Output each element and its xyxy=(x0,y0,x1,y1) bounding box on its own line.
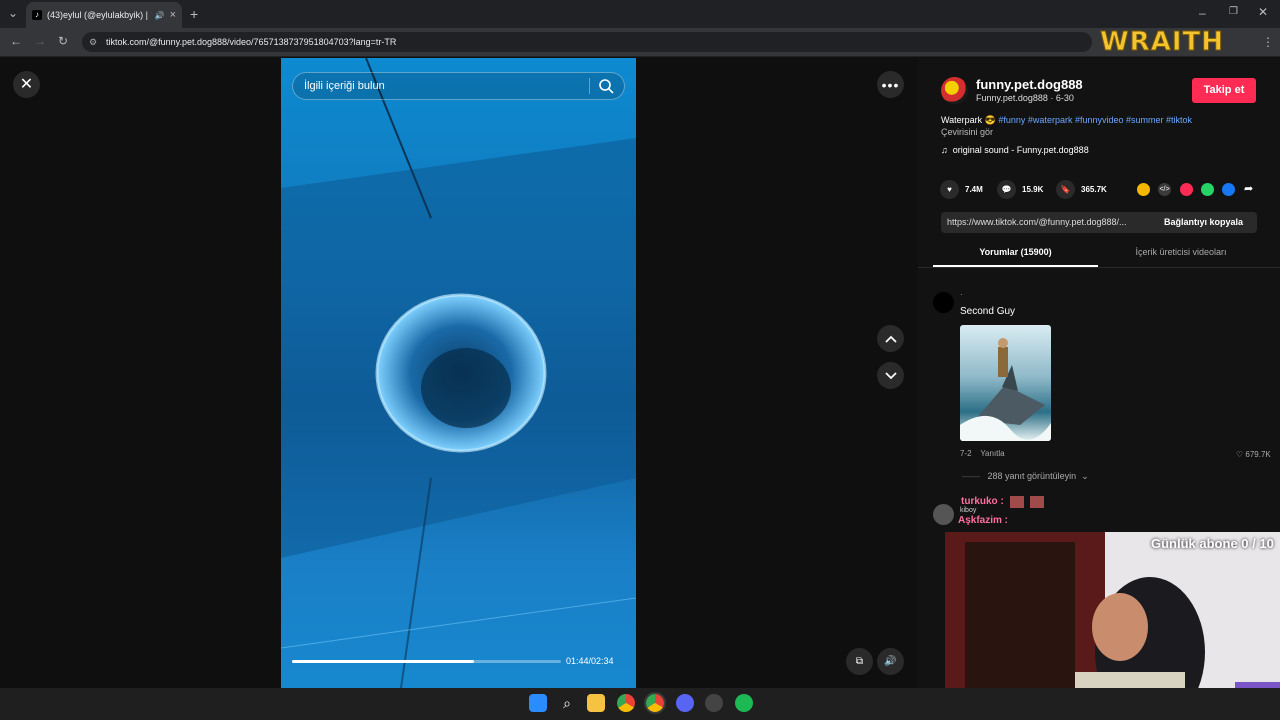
taskbar xyxy=(0,688,1280,720)
chrome-icon[interactable] xyxy=(617,694,635,712)
sound-link[interactable]: ♫ original sound - Funny.pet.dog888 xyxy=(941,145,1089,155)
shark-image xyxy=(960,338,1051,441)
comment-icon: 💬 xyxy=(997,180,1016,199)
floating-player-button[interactable]: ⧉ xyxy=(846,648,873,675)
reply-button[interactable]: Yanıtla xyxy=(980,449,1004,458)
related-search-input[interactable]: İlgili içeriği bulun xyxy=(292,72,625,100)
windows-start-icon[interactable] xyxy=(529,694,547,712)
tiktok-favicon-icon: ♪ xyxy=(32,10,42,20)
volume-icon: 🔊 xyxy=(884,656,897,667)
daily-sub-goal: Günlük abone 0 / 10 xyxy=(1151,536,1274,551)
send-icon[interactable] xyxy=(1180,183,1193,196)
hashtags[interactable]: #funny #waterpark #funnyvideo #summer #t… xyxy=(998,115,1192,125)
close-video-button[interactable]: ✕ xyxy=(13,71,40,98)
file-explorer-icon[interactable] xyxy=(587,694,605,712)
video-player[interactable] xyxy=(281,58,636,688)
app-icon[interactable] xyxy=(705,694,723,712)
restore-icon[interactable]: ❐ xyxy=(1229,6,1238,17)
chevron-down-icon: ⌄ xyxy=(1081,471,1089,481)
embed-icon[interactable]: </> xyxy=(1158,183,1171,196)
chevron-down-icon xyxy=(884,371,897,379)
tab-creator-videos[interactable]: İçerik üreticisi videoları xyxy=(1100,247,1262,257)
chat-emote xyxy=(1010,496,1024,508)
bookmark-icon: 🔖 xyxy=(1056,180,1075,199)
comment-stat[interactable]: 💬 15.9K xyxy=(997,180,1043,199)
author-subline: Funny.pet.dog888 · 6-30 xyxy=(976,93,1074,103)
chat-emote xyxy=(1030,496,1044,508)
menu-icon[interactable]: ⋮ xyxy=(1262,35,1274,49)
commenter-name[interactable]: · xyxy=(960,290,963,299)
tab-divider xyxy=(918,267,1280,268)
description-text: Waterpark 😎 xyxy=(941,115,996,125)
video-description: Waterpark 😎 #funny #waterpark #funnyvide… xyxy=(941,115,1192,126)
replies-divider: —— xyxy=(962,471,980,481)
back-icon[interactable]: ← xyxy=(10,34,22,48)
comment-meta: 7-2 Yanıtla xyxy=(960,449,1005,458)
author-username[interactable]: funny.pet.dog888 xyxy=(976,77,1083,92)
speaker-icon[interactable]: 🔊 xyxy=(155,11,165,20)
tab-comments[interactable]: Yorumlar (15900) xyxy=(933,247,1098,257)
commenter-avatar[interactable] xyxy=(933,292,954,313)
previous-video-button[interactable] xyxy=(877,325,904,352)
minimize-icon[interactable]: – xyxy=(1199,6,1206,20)
chat-line-1: turkuko : xyxy=(961,496,1004,507)
comment-like-count: 679.7K xyxy=(1245,450,1271,459)
video-time: 01:44/02:34 xyxy=(566,656,614,666)
like-stat[interactable]: ♥ 7.4M xyxy=(940,180,983,199)
follow-button[interactable]: Takip et xyxy=(1192,78,1256,103)
heart-icon: ♥ xyxy=(940,180,959,199)
view-replies-button[interactable]: —— 288 yanıt görüntüleyin ⌄ xyxy=(962,471,1089,482)
browser-tab[interactable]: ♪ (43)eylul (@eylulakbyik) | T 🔊 × xyxy=(26,2,182,28)
new-tab-icon[interactable]: + xyxy=(190,6,198,22)
author-avatar[interactable] xyxy=(941,77,968,104)
discord-icon[interactable] xyxy=(676,694,694,712)
comment-likes[interactable]: ♡ 679.7K xyxy=(1236,450,1271,459)
wraith-logo: WRAITH xyxy=(1100,27,1224,58)
see-translation-link[interactable]: Çevirisini gör xyxy=(941,127,993,137)
like-count: 7.4M xyxy=(965,185,983,194)
chat-line-2: Aşkfazim : xyxy=(958,515,1009,526)
whatsapp-icon[interactable] xyxy=(1201,183,1214,196)
search-icon[interactable] xyxy=(597,77,615,95)
tab-search-icon[interactable]: ⌄ xyxy=(8,6,18,20)
chrome-active-icon[interactable] xyxy=(644,692,666,714)
share-arrow-icon[interactable]: ➦ xyxy=(1244,182,1253,195)
friends-share-icon[interactable] xyxy=(1137,183,1150,196)
pip-icon: ⧉ xyxy=(855,656,864,667)
address-bar[interactable]: ⚙ tiktok.com/@funny.pet.dog888/video/765… xyxy=(82,32,1092,52)
comment-image[interactable] xyxy=(960,325,1051,441)
sound-name: original sound - Funny.pet.dog888 xyxy=(952,145,1089,155)
heart-outline-icon: ♡ xyxy=(1236,450,1244,459)
chevron-up-icon xyxy=(884,335,897,343)
more-options-button[interactable]: ••• xyxy=(877,71,904,98)
video-progress-fill xyxy=(292,660,474,663)
reload-icon[interactable]: ↻ xyxy=(58,34,68,48)
volume-button[interactable]: 🔊 xyxy=(877,648,904,675)
video-progress-bar[interactable] xyxy=(292,660,561,663)
facebook-icon[interactable] xyxy=(1222,183,1235,196)
chat-subline: kiboy xyxy=(960,507,977,514)
spotify-icon[interactable] xyxy=(735,694,753,712)
more-icon: ••• xyxy=(881,76,900,93)
site-info-icon[interactable]: ⚙ xyxy=(89,32,97,52)
comment-text: Second Guy xyxy=(960,306,1016,317)
next-video-button[interactable] xyxy=(877,362,904,389)
video-frame xyxy=(281,58,636,688)
music-note-icon: ♫ xyxy=(941,145,948,155)
search-divider xyxy=(589,78,590,94)
search-icon[interactable]: ⌕ xyxy=(558,694,576,712)
forward-icon[interactable]: → xyxy=(34,34,46,48)
view-replies-label: 288 yanıt görüntüleyin xyxy=(987,471,1077,481)
window-close-icon[interactable]: ✕ xyxy=(1258,5,1268,19)
comment-date: 7-2 xyxy=(960,449,972,458)
tab-close-icon[interactable]: × xyxy=(170,9,176,21)
copy-link-button[interactable]: Bağlantıyı kopyala xyxy=(1150,212,1257,233)
url-text: tiktok.com/@funny.pet.dog888/video/76571… xyxy=(106,37,397,47)
save-count: 365.7K xyxy=(1081,185,1107,194)
comment-count: 15.9K xyxy=(1022,185,1044,194)
chat-avatar xyxy=(933,504,954,525)
save-stat[interactable]: 🔖 365.7K xyxy=(1056,180,1107,199)
tab-title: (43)eylul (@eylulakbyik) | T xyxy=(47,10,150,20)
